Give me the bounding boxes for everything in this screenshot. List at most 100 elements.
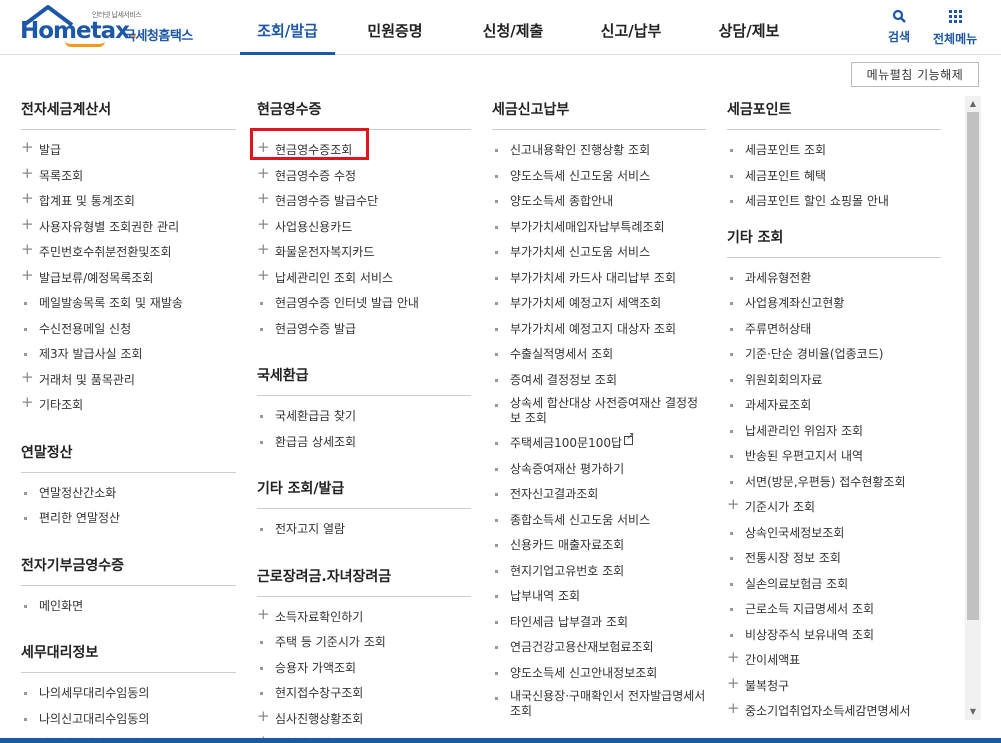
menu-item[interactable]: 전통시장 정보 조회 (727, 546, 941, 572)
menu-item[interactable]: 수출실적명세서 조회 (492, 342, 706, 368)
all-menu-button[interactable]: 전체메뉴 (933, 8, 977, 47)
expand-plus-icon[interactable] (257, 192, 275, 206)
expand-plus-icon[interactable] (21, 192, 39, 206)
nav-tab-civil-certificate[interactable]: 민원증명 (339, 0, 451, 55)
expand-plus-icon[interactable] (257, 167, 275, 181)
expand-plus-icon[interactable] (257, 243, 275, 257)
menu-item[interactable]: 현금영수증 수정 (257, 164, 471, 190)
menu-item[interactable]: 상속인국세정보조회 (727, 521, 941, 547)
menu-item[interactable]: 양도소득세 신고안내정보조회 (492, 661, 706, 687)
menu-item[interactable]: 메일발송목록 조회 및 재발송 (21, 291, 236, 317)
menu-item[interactable]: 심사진행상황조회 (257, 707, 471, 733)
section-title[interactable]: 국세환급 (257, 362, 471, 396)
menu-item[interactable]: 신용카드 매출자료조회 (492, 533, 706, 559)
expand-plus-icon[interactable] (727, 677, 745, 691)
menu-item[interactable]: 전자고지 열람 (257, 517, 471, 543)
menu-item[interactable]: 주류면허상태 (727, 317, 941, 343)
menu-item[interactable]: 상속증여재산 평가하기 (492, 457, 706, 483)
menu-item[interactable]: 승용자 가액조회 (257, 656, 471, 682)
menu-item[interactable]: 신고내용확인 진행상황 조회 (492, 138, 706, 164)
menu-item[interactable]: 양도소득세 종합안내 (492, 189, 706, 215)
menu-item[interactable]: 합계표 및 통계조회 (21, 189, 236, 215)
menu-item[interactable]: 사용자유형별 조회권한 관리 (21, 215, 236, 241)
menu-item[interactable]: 납부내역 조회 (492, 584, 706, 610)
menu-expand-toggle-button[interactable]: 메뉴펼침 기능해제 (851, 62, 979, 87)
scroll-up-arrow-icon[interactable]: ▲ (965, 96, 981, 112)
section-title[interactable]: 세금신고납부 (492, 96, 706, 130)
nav-tab-report-pay[interactable]: 신고/납부 (575, 0, 687, 55)
menu-item[interactable]: 반송된 우편고지서 내역 (727, 444, 941, 470)
menu-item[interactable]: 비상장주식 보유내역 조회 (727, 623, 941, 649)
nav-tab-consult-report[interactable]: 상담/제보 (693, 0, 805, 55)
expand-plus-icon[interactable] (727, 651, 745, 665)
expand-plus-icon[interactable] (257, 218, 275, 232)
expand-plus-icon[interactable] (257, 269, 275, 283)
menu-item[interactable]: 발급 (21, 138, 236, 164)
menu-item[interactable]: 기준시가 조회 (727, 495, 941, 521)
section-title[interactable]: 기타 조회/발급 (257, 475, 471, 509)
expand-plus-icon[interactable] (21, 141, 39, 155)
menu-item[interactable]: 메인화면 (21, 594, 236, 620)
menu-item[interactable]: 기타조회 (21, 393, 236, 419)
menu-item[interactable]: 화물운전자복지카드 (257, 240, 471, 266)
menu-item[interactable]: 납세관리인 조회 서비스 (257, 266, 471, 292)
menu-item[interactable]: 제3자 발급사실 조회 (21, 342, 236, 368)
nav-tab-apply-submit[interactable]: 신청/제출 (457, 0, 569, 55)
menu-item[interactable]: 부가가치세 카드사 대리납부 조회 (492, 266, 706, 292)
expand-plus-icon[interactable] (257, 608, 275, 622)
menu-item[interactable]: 주택 등 기준시가 조회 (257, 630, 471, 656)
menu-item[interactable]: 환급금 상세조회 (257, 430, 471, 456)
menu-item[interactable]: 발급보류/예정목록조회 (21, 266, 236, 292)
menu-item[interactable]: 현금영수증 발급 (257, 317, 471, 343)
menu-item[interactable]: 현금영수증 발급수단 (257, 189, 471, 215)
section-title[interactable]: 전자세금계산서 (21, 96, 236, 130)
menu-item[interactable]: 서면(방문,우편등) 접수현황조회 (727, 470, 941, 496)
menu-item[interactable]: 기준·단순 경비율(업종코드) (727, 342, 941, 368)
menu-item[interactable]: 증여세 결정정보 조회 (492, 368, 706, 394)
menu-item[interactable]: 납세관리인 위임자 조회 (727, 419, 941, 445)
menu-item[interactable]: 세금포인트 조회 (727, 138, 941, 164)
search-button[interactable]: 검색 (888, 8, 910, 45)
menu-item[interactable]: 국세환급금 찾기 (257, 404, 471, 430)
menu-item[interactable]: 과세유형전환 (727, 266, 941, 292)
menu-item[interactable]: 연말정산간소화 (21, 481, 236, 507)
hometax-logo[interactable]: 인터넷 납세서비스 Hometax. 국세청홈택스 (20, 5, 210, 47)
menu-item[interactable]: 현지기업고유번호 조회 (492, 559, 706, 585)
menu-item[interactable]: 종합소득세 신고도움 서비스 (492, 508, 706, 534)
expand-plus-icon[interactable] (21, 243, 39, 257)
expand-plus-icon[interactable] (21, 396, 39, 410)
scrollbar-thumb[interactable] (967, 112, 979, 620)
menu-item[interactable]: 사업용계좌신고현황 (727, 291, 941, 317)
menu-item[interactable]: 편리한 연말정산 (21, 506, 236, 532)
menu-item[interactable]: 불복청구 (727, 674, 941, 700)
expand-plus-icon[interactable] (21, 269, 39, 283)
menu-item[interactable]: 간이세액표 (727, 648, 941, 674)
section-title[interactable]: 근로장려금.자녀장려금 (257, 563, 471, 597)
menu-item[interactable]: 부가가치세매입자납부특례조회 (492, 215, 706, 241)
menu-item[interactable]: 부가가치세 예정고지 대상자 조회 (492, 317, 706, 343)
menu-item[interactable]: 위원회회의자료 (727, 368, 941, 394)
menu-item[interactable]: 현금영수증 인터넷 발급 안내 (257, 291, 471, 317)
section-title[interactable]: 전자기부금영수증 (21, 552, 236, 586)
menu-item[interactable]: 상속세 합산대상 사전증여재산 결정정보 조회 (492, 393, 706, 431)
menu-item[interactable]: 전자신고결과조회 (492, 482, 706, 508)
expand-plus-icon[interactable] (21, 167, 39, 181)
menu-item[interactable]: 현지접수창구조회 (257, 681, 471, 707)
menu-item[interactable]: 내국신용장·구매확인서 전자발급명세서 조회 (492, 686, 706, 724)
section-title[interactable]: 현금영수증 (257, 96, 471, 130)
menu-item[interactable]: 과세자료조회 (727, 393, 941, 419)
menu-item[interactable]: 부가가치세 예정고지 세액조회 (492, 291, 706, 317)
menu-item[interactable]: 목록조회 (21, 164, 236, 190)
menu-item[interactable]: 실손의료보험금 조회 (727, 572, 941, 598)
menu-item[interactable]: 부가가치세 신고도움 서비스 (492, 240, 706, 266)
menu-item[interactable]: 사업용신용카드 (257, 215, 471, 241)
expand-plus-icon[interactable] (727, 702, 745, 716)
menu-item[interactable]: 세금포인트 혜택 (727, 164, 941, 190)
menu-item[interactable]: 양도소득세 신고도움 서비스 (492, 164, 706, 190)
nav-tab-inquiry-issue[interactable]: 조회/발급 (240, 0, 335, 55)
scroll-down-arrow-icon[interactable]: ▼ (965, 704, 981, 720)
menu-item[interactable]: 나의세무대리수임동의 (21, 681, 236, 707)
expand-plus-icon[interactable] (21, 218, 39, 232)
section-title[interactable]: 연말정산 (21, 439, 236, 473)
section-title[interactable]: 세금포인트 (727, 96, 941, 130)
